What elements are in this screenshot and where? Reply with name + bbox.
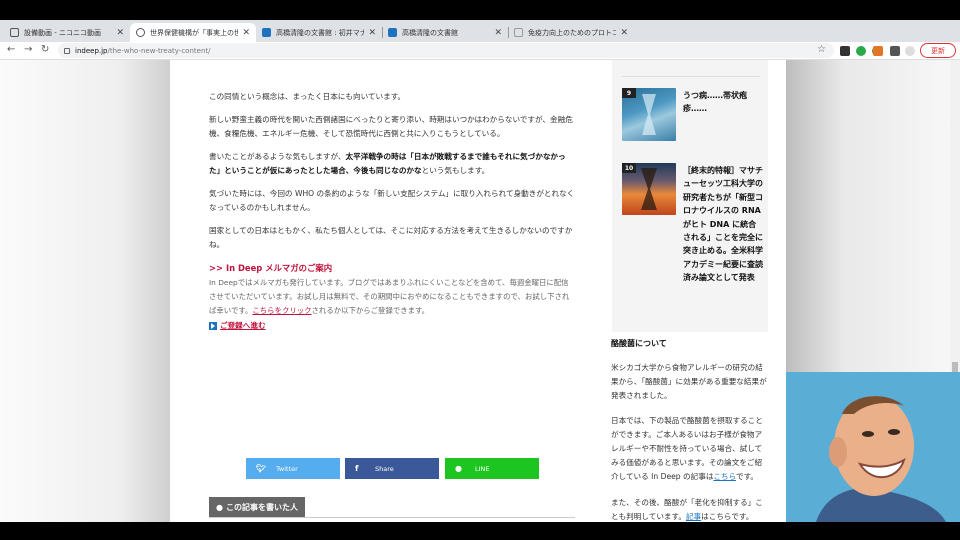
bookmark-star-icon[interactable]: ☆ xyxy=(817,44,826,55)
lock-icon xyxy=(64,47,70,54)
user-icon: ● xyxy=(216,502,223,512)
newsletter-link[interactable]: こちらをクリック xyxy=(252,306,311,315)
extension-green-icon[interactable] xyxy=(856,46,866,56)
sidebar-heading: 酪酸菌について xyxy=(611,339,667,348)
ranking-title[interactable]: ［終末的特報］マサチューセッツ工科大学の研究者たちが「新型コロナウイルスの RN… xyxy=(683,164,763,285)
ranking-divider xyxy=(622,76,760,77)
line-share-button[interactable]: ● LINE xyxy=(445,458,539,479)
browser-toolbar: ← → ↻ indeep.jp /the-who-new-treaty-cont… xyxy=(0,42,960,60)
extensions-puzzle-icon[interactable] xyxy=(890,46,900,56)
sidebar-link[interactable]: こちら xyxy=(713,472,736,481)
rank-number: 10 xyxy=(622,163,636,173)
browser-tab-strip: 設備動画 - ニコニコ動画 ✕ 世界保健機構が「事実上の世界政府 ✕ 高橋清隆の… xyxy=(0,20,960,57)
tab-title: 免疫力向上のためのプロトコル xyxy=(528,28,617,37)
article-paragraph: 国家としての日本はともかく、私たち個人としては、そこに対応する方法を考えて生きる… xyxy=(209,226,573,249)
register-label: ご登録へ進む xyxy=(220,321,266,330)
register-link[interactable]: ご登録へ進む xyxy=(209,319,575,333)
forward-icon[interactable]: → xyxy=(24,44,32,55)
facebook-icon: f xyxy=(355,464,359,473)
ranking-item[interactable]: 9 うつ病……帯状疱疹…… xyxy=(622,88,762,142)
sidebar-link[interactable]: 記事 xyxy=(686,512,701,521)
newsletter-text: されるか以下からご登録できます。 xyxy=(311,306,430,315)
webcam-overlay xyxy=(786,372,960,522)
back-icon[interactable]: ← xyxy=(7,44,15,55)
article-paragraph: 新しい野蛮主義の時代を開いた西側諸国にべったりと寄り添い、時期はいつかはわからな… xyxy=(209,115,573,138)
sidebar-paragraph: 米シカゴ大学から食物アレルギーの研究の結果から、「酪酸菌」に効果がある重要な結果… xyxy=(611,363,767,400)
article-body: この同情という概念は、まったく日本にも向いています。 新しい野蛮主義の時代を開い… xyxy=(209,90,575,333)
article-paragraph: 気づいた時には、今回の WHO の条約のような「新しい支配システム」に取り入れら… xyxy=(209,189,575,212)
rank-number: 9 xyxy=(622,88,636,98)
author-heading: ● この記事を書いた人 xyxy=(209,497,305,517)
extension-fox-icon[interactable] xyxy=(873,46,883,56)
browser-tab-3[interactable]: 高橋清隆の文書館 : 初井マナーの ✕ xyxy=(256,23,382,42)
newsletter-heading: >> In Deep メルマガのご案内 xyxy=(209,263,333,273)
page-icon xyxy=(514,28,523,37)
address-host: indeep.jp xyxy=(75,46,108,55)
scrollbar-thumb[interactable] xyxy=(952,362,958,372)
close-icon[interactable]: ✕ xyxy=(620,28,628,38)
sidebar-paragraph: また、その後、酪酸が「老化を抑制する」ことも判明しています。記事はこちらです。 xyxy=(611,496,769,522)
sidebar-paragraph: 日本では、下の製品で酪酸菌を摂取することができます。ご本人あるいはお子様が食物ア… xyxy=(611,414,769,484)
newsletter-description: In Deepではメルマガも発行しています。ブログではあまりふれにくいことなどを… xyxy=(209,276,575,318)
ranking-widget: 9 うつ病……帯状疱疹…… 10 ［終末的特報］マサチューセッツ工科大学の研究者… xyxy=(612,60,768,332)
ranking-item[interactable]: 10 ［終末的特報］マサチューセッツ工科大学の研究者たちが「新型コロナウイルスの… xyxy=(622,163,763,323)
browser-tab-2[interactable]: 世界保健機構が「事実上の世界政府 ✕ xyxy=(130,23,256,42)
close-icon[interactable]: ✕ xyxy=(494,28,502,38)
tv-icon xyxy=(10,28,19,37)
page-background-left xyxy=(0,60,170,522)
share-label: LINE xyxy=(475,464,490,473)
tab-title: 設備動画 - ニコニコ動画 xyxy=(24,28,101,37)
paragraph-text: 書いたことがあるような気もしますが、 xyxy=(209,152,346,161)
line-icon: ● xyxy=(455,464,462,473)
close-icon[interactable]: ✕ xyxy=(242,28,250,38)
tab-title: 高橋清隆の文書館 xyxy=(402,28,458,37)
play-icon xyxy=(209,322,217,330)
address-bar[interactable]: indeep.jp /the-who-new-treaty-content/ ☆ xyxy=(58,43,834,58)
bottom-letterbox xyxy=(0,522,960,540)
author-divider xyxy=(209,517,575,518)
extension-camera-icon[interactable] xyxy=(840,46,850,56)
content-column: この同情という概念は、まったく日本にも向いています。 新しい野蛮主義の時代を開い… xyxy=(170,60,786,522)
browser-tab-5[interactable]: 免疫力向上のためのプロトコル ✕ xyxy=(508,23,634,42)
article-paragraph: この同情という概念は、まったく日本にも向いています。 xyxy=(209,92,406,101)
globe-icon xyxy=(136,28,145,37)
twitter-share-button[interactable]: 🐦︎ Twitter xyxy=(246,458,340,479)
top-letterbox xyxy=(0,0,960,20)
article-paragraph: 書いたことがあるような気もしますが、太平洋戦争の時は「日本が敗戦するまで誰もそれ… xyxy=(209,150,575,178)
share-label: Share xyxy=(375,464,394,473)
tab-title: 世界保健機構が「事実上の世界政府 xyxy=(150,28,239,37)
ranking-title[interactable]: うつ病……帯状疱疹…… xyxy=(683,89,763,116)
reload-icon[interactable]: ↻ xyxy=(41,44,49,55)
author-heading-text: この記事を書いた人 xyxy=(225,502,298,512)
browser-tab-1[interactable]: 設備動画 - ニコニコ動画 ✕ xyxy=(4,23,130,42)
document-icon xyxy=(388,28,397,37)
facebook-share-button[interactable]: f Share xyxy=(345,458,439,479)
presenter-face-icon xyxy=(816,396,946,522)
paragraph-text: という気もします。 xyxy=(421,166,490,175)
twitter-icon: 🐦︎ xyxy=(256,464,267,473)
sidebar-text: です。 xyxy=(735,472,759,481)
document-icon xyxy=(262,28,271,37)
sidebar-text: はこちらです。 xyxy=(701,512,754,521)
browser-tab-4[interactable]: 高橋清隆の文書館 ✕ xyxy=(382,23,508,42)
profile-avatar-icon[interactable] xyxy=(905,46,915,56)
share-label: Twitter xyxy=(276,464,298,473)
close-icon[interactable]: ✕ xyxy=(116,28,124,38)
address-path: /the-who-new-treaty-content/ xyxy=(107,46,211,55)
update-button[interactable]: 更新 xyxy=(920,43,956,58)
close-icon[interactable]: ✕ xyxy=(368,28,376,38)
tab-title: 高橋清隆の文書館 : 初井マナーの xyxy=(276,28,365,37)
